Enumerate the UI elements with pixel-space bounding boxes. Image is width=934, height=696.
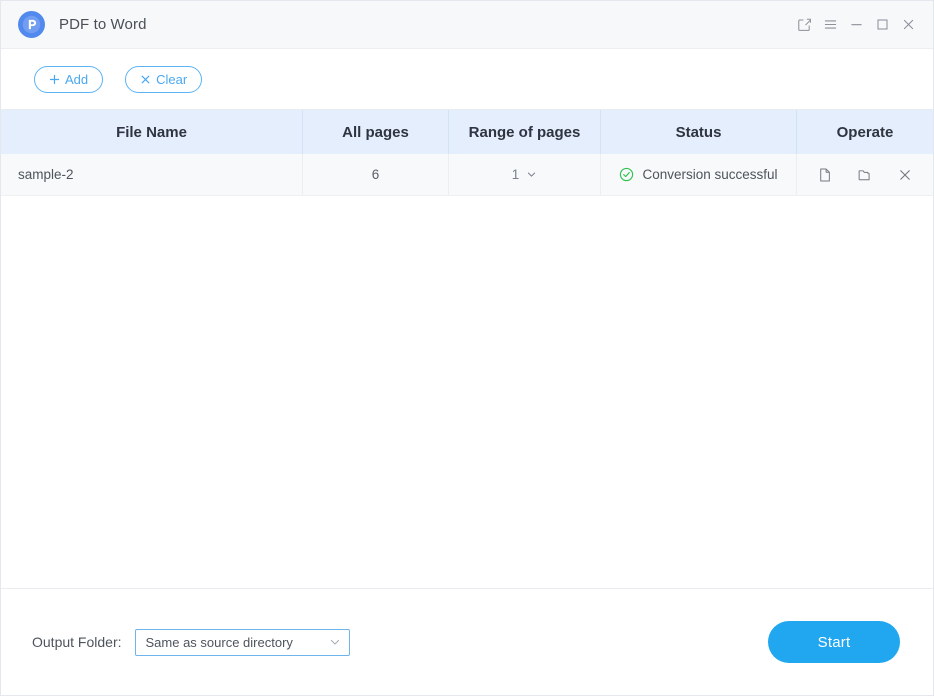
add-button-label: Add [65,72,88,87]
output-folder-value: Same as source directory [146,635,293,650]
cell-operate [797,154,933,195]
plus-icon [49,74,60,85]
window-controls [791,12,921,38]
column-header-range-of-pages: Range of pages [449,110,601,154]
open-file-icon[interactable] [815,165,835,185]
app-logo-icon [18,11,45,38]
app-title: PDF to Word [59,16,147,33]
column-header-operate: Operate [797,110,933,154]
status-text: Conversion successful [642,167,777,182]
range-of-pages-dropdown[interactable]: 1 [512,167,538,182]
chevron-down-icon [329,636,341,648]
minimize-icon[interactable] [843,12,869,38]
column-header-all-pages: All pages [303,110,449,154]
cell-all-pages: 6 [303,154,449,195]
chevron-down-icon [526,169,537,180]
table-row[interactable]: sample-2 6 1 [1,154,933,196]
check-circle-icon [619,167,634,182]
range-of-pages-value: 1 [512,167,520,182]
table-empty-area [1,196,933,588]
add-button[interactable]: Add [34,66,103,93]
pdf-to-word-window: PDF to Word [0,0,934,696]
footer-bar: Output Folder: Same as source directory … [1,588,933,695]
clear-button[interactable]: Clear [125,66,202,93]
toolbar: Add Clear [1,49,933,109]
cross-icon [140,74,151,85]
cell-range-of-pages: 1 [449,154,601,195]
clear-button-label: Clear [156,72,187,87]
open-folder-icon[interactable] [855,165,875,185]
cell-file-name: sample-2 [1,154,303,195]
remove-icon[interactable] [895,165,915,185]
status-badge: Conversion successful [619,167,777,182]
menu-icon[interactable] [817,12,843,38]
feedback-edit-icon[interactable] [791,12,817,38]
start-button[interactable]: Start [768,621,900,663]
column-header-status: Status [601,110,797,154]
output-folder-select[interactable]: Same as source directory [135,629,350,656]
file-table: File Name All pages Range of pages Statu… [1,109,933,588]
maximize-icon[interactable] [869,12,895,38]
cell-status: Conversion successful [601,154,797,195]
table-header-row: File Name All pages Range of pages Statu… [1,110,933,154]
column-header-file-name: File Name [1,110,303,154]
close-icon[interactable] [895,12,921,38]
title-bar: PDF to Word [1,1,933,49]
output-folder-label: Output Folder: [32,634,122,650]
operate-actions [797,165,933,185]
